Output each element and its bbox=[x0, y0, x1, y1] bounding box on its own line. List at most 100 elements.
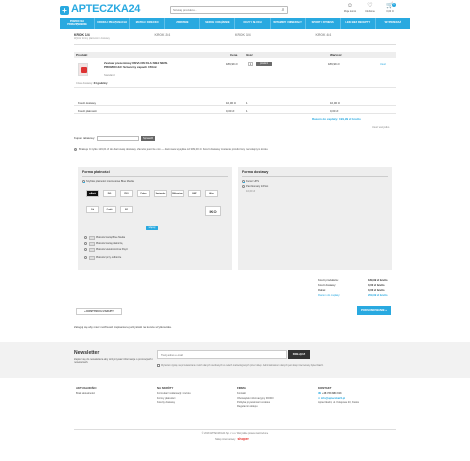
free-delivery-info: i Brakuje Ci tylko 119,01 zł do darmowej … bbox=[74, 148, 269, 152]
summary-next-button[interactable]: PODSUMOWANIE » bbox=[357, 306, 391, 315]
footer-link[interactable]: Regulamin sklepu bbox=[237, 405, 297, 409]
remove-link[interactable]: Usuń bbox=[380, 63, 386, 66]
coupon-check-button[interactable]: Sprawdź bbox=[141, 136, 156, 141]
footer-heading: NA SKRÓTY bbox=[157, 386, 174, 390]
account-button[interactable]: ☺ Moje konto bbox=[342, 3, 358, 13]
bank-logo[interactable]: Santander bbox=[154, 190, 167, 197]
wishlist-icon: ♡ bbox=[367, 3, 373, 9]
consent-checkbox[interactable] bbox=[157, 364, 160, 367]
footer-link[interactable]: Koszty dostawy bbox=[157, 401, 217, 405]
payment-option[interactable]: Płatność kartą płatniczą bbox=[84, 242, 122, 246]
radio[interactable] bbox=[84, 236, 87, 240]
clear-cart-link[interactable]: Usuń wszystko bbox=[372, 126, 389, 129]
delivery-title: Forma dostawy bbox=[242, 170, 269, 174]
row-qty: 1 bbox=[246, 108, 248, 113]
footer-col-company: FIRMA Kontakt Obowiązek informacyjny ROD… bbox=[237, 386, 297, 409]
step-4: KROK 4/4 bbox=[316, 33, 397, 40]
divider bbox=[242, 176, 388, 178]
nav-item[interactable]: WYPRZEDAŻ bbox=[376, 18, 410, 29]
newsletter-title: Newsletter bbox=[74, 350, 100, 356]
step-1: KROK 1/4 Wybór formy płatności i dostawy bbox=[74, 33, 155, 40]
newsletter-email-input[interactable] bbox=[157, 350, 287, 359]
payment-logo bbox=[89, 248, 95, 252]
bank-logo[interactable]: IKO bbox=[205, 206, 221, 216]
table-row: Koszt płatności 0,00 zł 1 0,00 zł bbox=[74, 108, 396, 114]
bank-logo[interactable]: ING bbox=[103, 190, 116, 197]
step-3: KROK 3/4 bbox=[235, 33, 316, 40]
nav-item[interactable]: SERCE I KRĄŻENIE bbox=[200, 18, 236, 29]
coupon-input[interactable] bbox=[97, 136, 139, 141]
bank-logo[interactable]: BNP bbox=[188, 190, 201, 197]
newsletter-text: Zapisz się do newslettera aby otrzymywać… bbox=[74, 358, 153, 365]
radio[interactable] bbox=[242, 185, 245, 189]
more-banks-button[interactable]: więcej bbox=[146, 226, 158, 230]
step-title: KROK 3/4 bbox=[235, 33, 251, 37]
product-name[interactable]: Zestaw prezentowy REVLON DLA NIEJ NEW. P… bbox=[104, 61, 186, 70]
delivery-panel: Forma dostawy Kurier UPS Paczkomaty InPo… bbox=[238, 167, 392, 270]
bank-logo[interactable]: Millennium bbox=[171, 190, 184, 197]
search-bar: ⌕ bbox=[170, 6, 288, 14]
product-value: 189,99 zł bbox=[328, 61, 340, 66]
footer-text: Brak aktualności bbox=[76, 392, 96, 396]
bank-logo[interactable]: Citi bbox=[86, 206, 99, 213]
newsletter-join-button[interactable]: DOŁĄCZ bbox=[288, 350, 310, 359]
step-2: KROK 2/4 bbox=[155, 33, 236, 40]
divider bbox=[82, 176, 228, 178]
delivery-option[interactable]: Paczkomaty InPost bbox=[242, 185, 388, 189]
nav-item[interactable]: LEKI BEZ RECEPTY bbox=[341, 18, 376, 29]
continue-shopping-button[interactable]: « KONTYNUUJ ZAKUPY bbox=[76, 308, 122, 315]
product-price: 189,99 zł bbox=[226, 61, 238, 66]
copyright: © 2018 APTECZKA24 Sp. z o.o. Wszystkie p… bbox=[201, 432, 269, 435]
payment-title: Forma płatności bbox=[82, 170, 110, 174]
nav-item[interactable]: SPORT I FITNESS bbox=[306, 18, 341, 29]
cart-total-label: 0,00 zł bbox=[386, 10, 394, 13]
payment-option[interactable]: Płatność przy odbiorze bbox=[84, 256, 121, 260]
nav-item[interactable]: MATKA I DZIECKO bbox=[130, 18, 166, 29]
product-image[interactable] bbox=[78, 63, 88, 76]
payment-option[interactable]: Płatność elektroniczna PayU bbox=[84, 248, 128, 252]
radio-selected[interactable] bbox=[242, 180, 245, 184]
bank-logo[interactable]: BZ bbox=[120, 206, 133, 213]
nav-item[interactable]: URODA I PIELĘGNACJA bbox=[95, 18, 131, 29]
logo[interactable]: + APTECZKA24 bbox=[60, 3, 141, 16]
payment-logo bbox=[89, 256, 95, 260]
delivery-option[interactable]: Kurier UPS bbox=[242, 180, 388, 184]
payment-logo bbox=[89, 242, 95, 246]
shoper-badge[interactable]: Sklep internetowy shoper bbox=[215, 437, 249, 441]
newsletter-consent[interactable]: Wyrażam zgodę na przetwarzanie moich dan… bbox=[157, 364, 397, 368]
row-price: 10,00 zł bbox=[226, 100, 236, 105]
availability: Czas dostawy: 24 godziny bbox=[76, 82, 108, 85]
bank-logo[interactable]: Credit bbox=[103, 206, 116, 213]
cart-table-header: Produkt Cena Ilość Wartość bbox=[74, 52, 396, 58]
bank-logo[interactable]: Pekao bbox=[137, 190, 150, 197]
wishlist-button[interactable]: ♡ Ulubione bbox=[362, 3, 378, 13]
cart-button[interactable]: 🛒 1 0,00 zł bbox=[382, 3, 398, 13]
radio-selected[interactable] bbox=[82, 180, 85, 184]
footer-heading: FIRMA bbox=[237, 386, 246, 390]
recalculate-button[interactable]: przelicz bbox=[256, 62, 272, 66]
coupon-row: Kupon rabatowy: Sprawdź bbox=[74, 136, 156, 141]
row-value: 10,00 zł bbox=[330, 100, 340, 105]
radio[interactable] bbox=[84, 242, 87, 246]
nav-item[interactable]: ZDROWIE bbox=[165, 18, 201, 29]
main-nav: POMOC NA PRZEZIĘBIENIE URODA I PIELĘGNAC… bbox=[60, 18, 410, 29]
search-input[interactable] bbox=[171, 6, 279, 14]
bank-logo[interactable]: PKO bbox=[120, 190, 133, 197]
payment-option[interactable]: Płatność kartą Blue Media bbox=[84, 236, 125, 240]
radio[interactable] bbox=[84, 256, 87, 260]
bank-logo[interactable]: Alior bbox=[205, 190, 218, 197]
nav-item[interactable]: WITAMINY I MINERAŁY bbox=[271, 18, 306, 29]
nav-item[interactable]: POMOC NA PRZEZIĘBIENIE bbox=[60, 18, 96, 29]
nav-item[interactable]: OCZY I SŁUCH bbox=[235, 18, 271, 29]
info-icon: i bbox=[74, 148, 77, 151]
divider bbox=[74, 429, 396, 430]
cart-row-product: Zestaw prezentowy REVLON DLA NIEJ NEW. P… bbox=[74, 60, 396, 88]
radio[interactable] bbox=[84, 248, 87, 252]
col-price: Cena bbox=[230, 52, 238, 57]
search-icon[interactable]: ⌕ bbox=[279, 7, 287, 14]
payment-option[interactable]: Szybkie płatności internetowe Blue Media bbox=[82, 180, 228, 184]
footer-col-news: AKTUALNOŚCI Brak aktualności bbox=[76, 386, 136, 397]
bank-logo[interactable]: mBank bbox=[86, 190, 99, 197]
quantity-input[interactable]: 1 bbox=[248, 62, 253, 66]
logo-text: APTECZKA24 bbox=[71, 3, 141, 16]
